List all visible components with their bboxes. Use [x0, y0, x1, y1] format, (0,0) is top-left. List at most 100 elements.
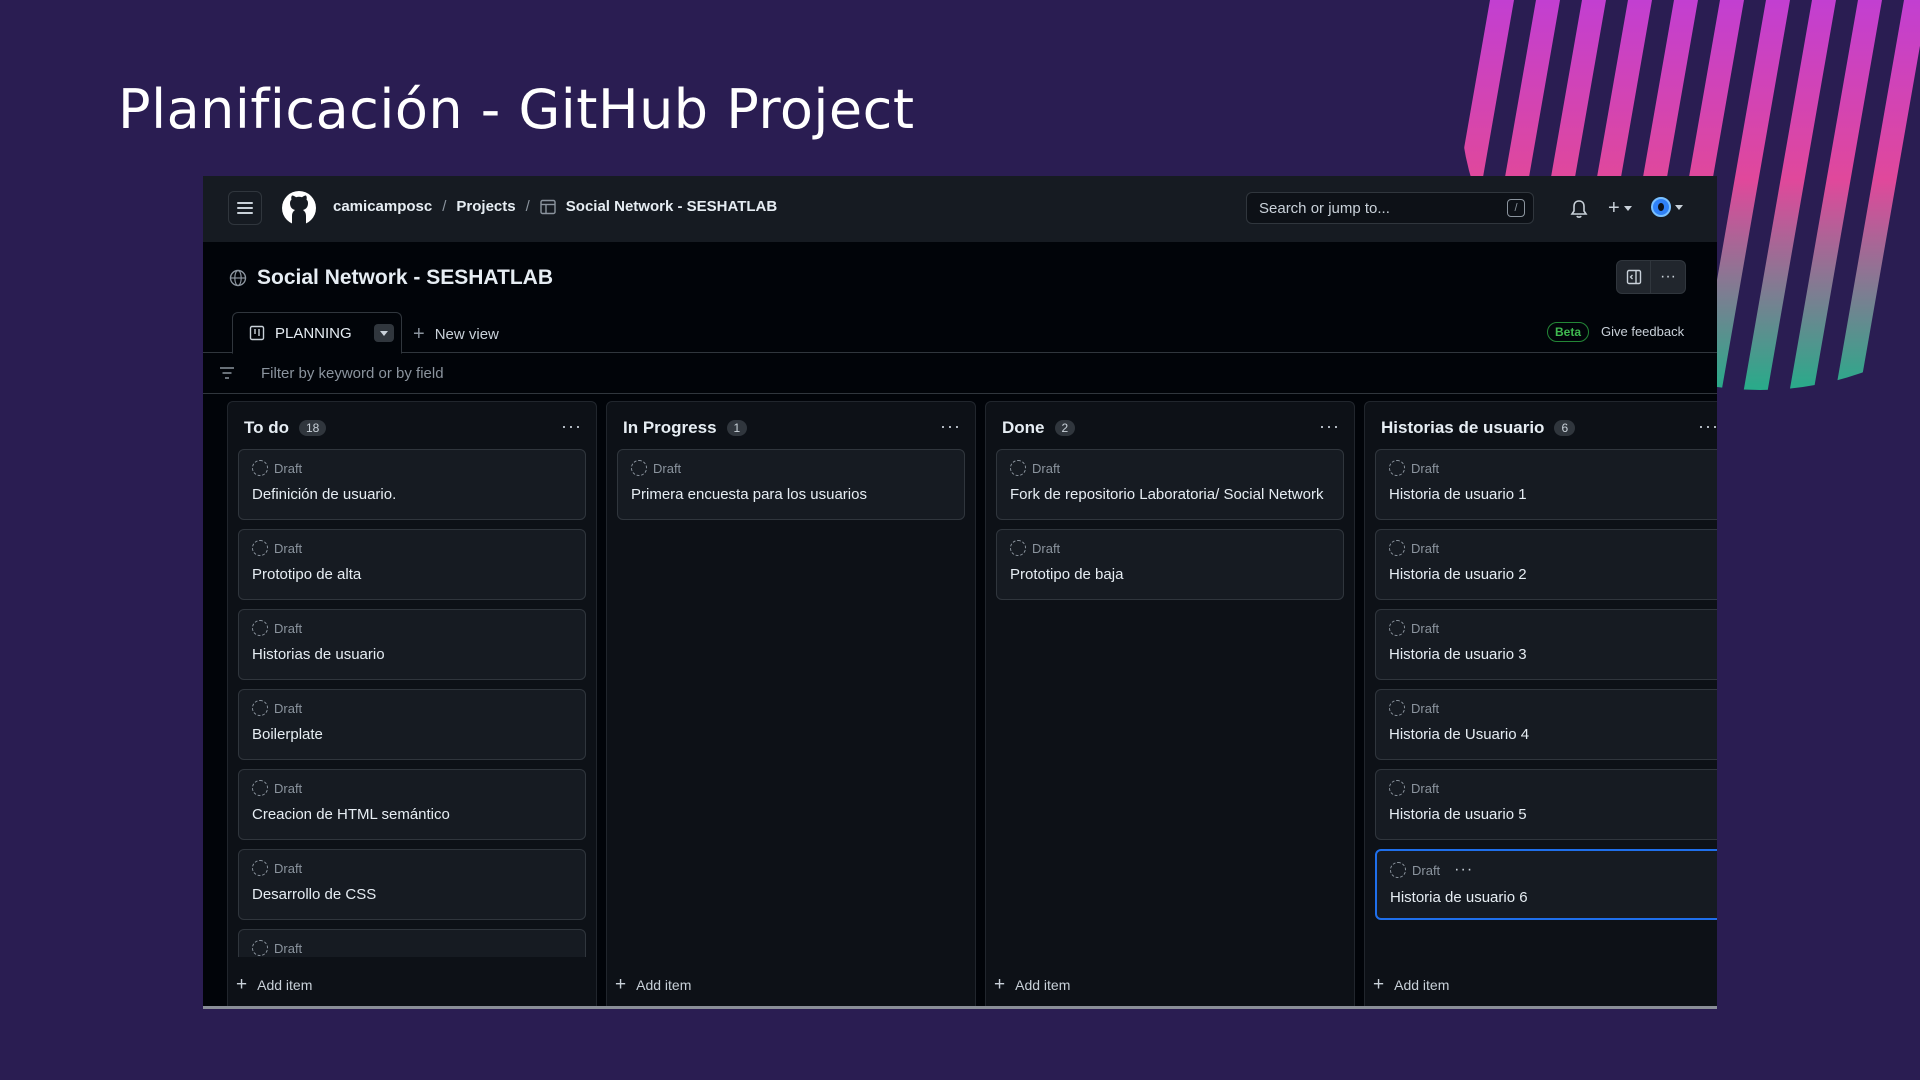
card-status: Draft	[653, 460, 682, 476]
column-more-button[interactable]: ···	[940, 416, 961, 437]
card-status: Draft	[274, 620, 303, 636]
card-title[interactable]: Prototipo de baja	[1010, 565, 1330, 584]
project-more-button[interactable]: ···	[1651, 260, 1686, 294]
card-title[interactable]: Prototipo de alta	[252, 565, 572, 584]
board-card[interactable]: Draft Historia de usuario 1	[1375, 449, 1717, 520]
add-item-button[interactable]: + Add item	[994, 974, 1070, 996]
card-title[interactable]: Historia de usuario 6	[1390, 888, 1708, 907]
slide-title: Planificación - GitHub Project	[118, 78, 915, 141]
card-title[interactable]: Definición de usuario.	[252, 485, 572, 504]
plus-icon: +	[994, 974, 1006, 995]
add-item-label: Add item	[257, 977, 313, 993]
plus-icon: +	[615, 974, 627, 995]
card-meta: Draft	[252, 940, 572, 956]
card-title[interactable]: Desarrollo de CSS	[252, 885, 572, 904]
board-card[interactable]: Draft Historia de usuario 2	[1375, 529, 1717, 600]
card-title[interactable]: Fork de repositorio Laboratoria/ Social …	[1010, 485, 1330, 504]
board-card[interactable]: Draft Definición de usuario.	[238, 449, 586, 520]
card-meta: Draft	[1010, 460, 1330, 476]
board-card[interactable]: Draft Fork de repositorio Laboratoria/ S…	[996, 449, 1344, 520]
board-card[interactable]: Draft Historias de usuario	[238, 609, 586, 680]
globe-icon	[229, 269, 247, 287]
chevron-down-icon	[379, 330, 388, 336]
tab-options-button[interactable]	[373, 324, 394, 342]
card-meta: Draft	[1389, 620, 1709, 636]
draft-icon	[252, 780, 268, 796]
github-logo-icon[interactable]	[281, 190, 317, 226]
board-card[interactable]: Draft Historia de Usuario 4	[1375, 689, 1717, 760]
card-status: Draft	[274, 860, 303, 876]
column-count-badge: 6	[1554, 420, 1576, 436]
chevron-down-icon	[1623, 206, 1632, 211]
board-card[interactable]: Draft Desarrollo de CSS	[238, 849, 586, 920]
sidebar-toggle-button[interactable]	[1616, 260, 1651, 294]
user-menu[interactable]	[1651, 197, 1683, 217]
board-card[interactable]: Draft Creacion de HTML semántico	[238, 769, 586, 840]
draft-icon	[1389, 460, 1405, 476]
breadcrumb-user[interactable]: camicamposc	[333, 198, 432, 215]
board-card[interactable]: Draft Historia de usuario 5	[1375, 769, 1717, 840]
card-title[interactable]: Primera encuesta para los usuarios	[631, 485, 951, 504]
card-title[interactable]: Historia de usuario 1	[1389, 485, 1709, 504]
filter-input[interactable]: Filter by keyword or by field	[261, 365, 444, 382]
view-tabs: PLANNING + New view Beta Give feedback	[203, 312, 1717, 354]
card-meta: Draft ···	[1390, 861, 1708, 879]
breadcrumb-projects[interactable]: Projects	[456, 198, 515, 215]
tab-planning-label: PLANNING	[275, 324, 352, 342]
column-more-button[interactable]: ···	[561, 416, 582, 437]
board-card[interactable]: Draft Primera encuesta para los usuarios	[617, 449, 965, 520]
breadcrumb: camicamposc / Projects / Social Network …	[333, 198, 777, 215]
board-card[interactable]: Draft Boilerplate	[238, 689, 586, 760]
column-count-badge: 1	[726, 420, 748, 436]
card-title[interactable]: Historias de usuario	[252, 645, 572, 664]
tab-planning[interactable]: PLANNING	[232, 312, 402, 354]
card-title[interactable]: Historia de usuario 3	[1389, 645, 1709, 664]
breadcrumb-project[interactable]: Social Network - SESHATLAB	[566, 198, 777, 215]
add-item-label: Add item	[636, 977, 692, 993]
card-meta: Draft	[1389, 780, 1709, 796]
card-meta: Draft	[252, 780, 572, 796]
card-more-button[interactable]: ···	[1454, 861, 1473, 879]
column-header: To do 18	[244, 418, 327, 438]
page-title: Social Network - SESHATLAB	[257, 266, 553, 289]
column-more-button[interactable]: ···	[1698, 416, 1717, 437]
bell-icon[interactable]	[1570, 199, 1588, 219]
add-item-button[interactable]: + Add item	[1373, 974, 1449, 996]
card-meta: Draft	[631, 460, 951, 476]
beta-badge: Beta	[1547, 322, 1590, 342]
column-title: To do	[244, 418, 289, 437]
draft-icon	[1010, 460, 1026, 476]
card-title[interactable]: Historia de usuario 2	[1389, 565, 1709, 584]
board-card[interactable]: Draft	[238, 929, 586, 957]
search-input[interactable]: Search or jump to... /	[1246, 192, 1534, 224]
card-status: Draft	[1411, 460, 1440, 476]
card-status: Draft	[274, 780, 303, 796]
add-item-button[interactable]: + Add item	[615, 974, 691, 996]
board-card[interactable]: Draft Prototipo de baja	[996, 529, 1344, 600]
menu-icon[interactable]	[228, 191, 262, 225]
create-new-menu[interactable]: +	[1608, 197, 1632, 220]
column-header: In Progress 1	[623, 418, 748, 438]
add-item-button[interactable]: + Add item	[236, 974, 312, 996]
new-view-button[interactable]: + New view	[413, 323, 499, 346]
card-title[interactable]: Historia de usuario 5	[1389, 805, 1709, 824]
column-header: Historias de usuario 6	[1381, 418, 1576, 438]
card-list: Draft Primera encuesta para los usuarios	[617, 449, 965, 957]
filter-bar[interactable]: Filter by keyword or by field	[203, 354, 1717, 394]
column-more-button[interactable]: ···	[1319, 416, 1340, 437]
card-title[interactable]: Boilerplate	[252, 725, 572, 744]
add-item-label: Add item	[1394, 977, 1450, 993]
card-meta: Draft	[1389, 460, 1709, 476]
draft-icon	[631, 460, 647, 476]
column-title: Done	[1002, 418, 1045, 437]
plus-icon: +	[236, 974, 248, 995]
card-title[interactable]: Historia de Usuario 4	[1389, 725, 1709, 744]
search-placeholder: Search or jump to...	[1259, 199, 1390, 217]
card-title[interactable]: Creacion de HTML semántico	[252, 805, 572, 824]
draft-icon	[1389, 780, 1405, 796]
give-feedback-link[interactable]: Give feedback	[1601, 324, 1684, 339]
board-card[interactable]: Draft ··· Historia de usuario 6	[1375, 849, 1717, 920]
top-bar: camicamposc / Projects / Social Network …	[203, 176, 1717, 242]
board-card[interactable]: Draft Historia de usuario 3	[1375, 609, 1717, 680]
board-card[interactable]: Draft Prototipo de alta	[238, 529, 586, 600]
